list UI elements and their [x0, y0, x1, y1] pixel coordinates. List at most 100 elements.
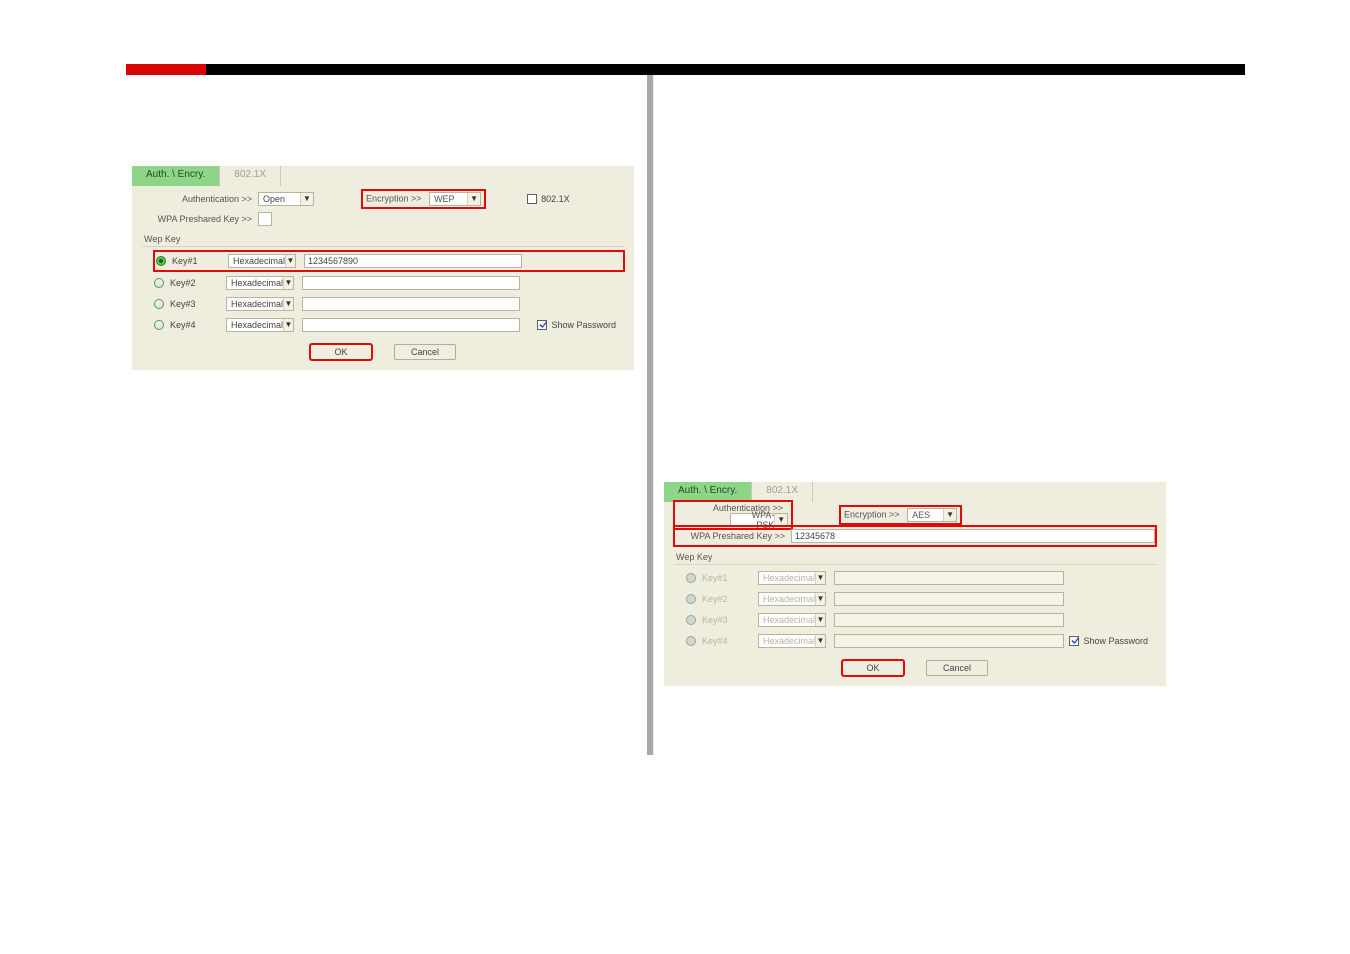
- authentication-value: Open: [263, 194, 285, 204]
- encryption-label-text: Encryption >>: [844, 509, 900, 519]
- wep-key2-format-select: Hexadecimal ▼: [758, 592, 826, 606]
- encryption-value: WEP: [434, 194, 455, 204]
- dialog-wpa-psk: Auth. \ Encry. 802.1X Authentication >> …: [664, 482, 1166, 686]
- wpa-preshared-input[interactable]: 12345678: [791, 529, 1155, 543]
- authentication-label: Authentication >>: [142, 194, 258, 204]
- wep-key-row-2: Key#2 Hexadecimal ▼: [154, 274, 624, 292]
- wep-key3-label: Key#3: [702, 615, 758, 625]
- wep-key3-label: Key#3: [170, 299, 226, 309]
- wep-key2-format-value: Hexadecimal: [231, 278, 283, 288]
- show-password-group: Show Password: [537, 320, 616, 330]
- wep-key2-label: Key#2: [170, 278, 226, 288]
- wep-key-row-1: Key#1 Hexadecimal ▼: [686, 569, 1156, 587]
- wep-key1-radio: [686, 573, 696, 583]
- show-password-group: Show Password: [1069, 636, 1148, 646]
- wep-key-row-3: Key#3 Hexadecimal ▼: [686, 611, 1156, 629]
- 8021x-checkbox[interactable]: [527, 194, 537, 204]
- encryption-value: AES: [912, 510, 930, 520]
- wep-key1-format-value: Hexadecimal: [763, 573, 815, 583]
- wep-key4-input: [834, 634, 1064, 648]
- wep-group-line: [674, 564, 1156, 565]
- chevron-down-icon: ▼: [815, 593, 825, 605]
- tab-auth-encry[interactable]: Auth. \ Encry.: [664, 482, 752, 502]
- chevron-down-icon: ▼: [943, 509, 956, 521]
- wep-key2-radio[interactable]: [154, 278, 164, 288]
- chevron-down-icon: ▼: [815, 572, 825, 584]
- wep-key2-label: Key#2: [702, 594, 758, 604]
- dialog-body: Authentication >> WPA-PSK ▼ Encryption >…: [664, 502, 1166, 686]
- authentication-select[interactable]: WPA-PSK ▼: [730, 513, 788, 527]
- wep-key4-label: Key#4: [170, 320, 226, 330]
- wep-key3-format-select[interactable]: Hexadecimal ▼: [226, 297, 294, 311]
- wep-key4-format-value: Hexadecimal: [763, 636, 815, 646]
- wep-key4-format-value: Hexadecimal: [231, 320, 283, 330]
- dialog-buttons: OK Cancel: [674, 660, 1156, 676]
- tab-8021x[interactable]: 802.1X: [752, 482, 813, 502]
- encryption-label: Encryption >> WEP ▼: [362, 190, 485, 208]
- chevron-down-icon: ▼: [815, 614, 825, 626]
- tab-bar: Auth. \ Encry. 802.1X: [664, 482, 1166, 502]
- ok-button[interactable]: OK: [310, 344, 372, 360]
- wep-group-title: Wep Key: [676, 552, 1156, 562]
- wep-key-row-1: Key#1 Hexadecimal ▼ 1234567890: [154, 251, 624, 271]
- wep-key4-format-select[interactable]: Hexadecimal ▼: [226, 318, 294, 332]
- wep-key1-radio[interactable]: [156, 256, 166, 266]
- wep-key4-radio: [686, 636, 696, 646]
- show-password-label: Show Password: [1083, 636, 1148, 646]
- chevron-down-icon: ▼: [774, 514, 787, 526]
- page: Auth. \ Encry. 802.1X Authentication >> …: [0, 0, 1350, 954]
- wep-key1-input[interactable]: 1234567890: [304, 254, 522, 268]
- auth-row: Authentication >> Open ▼ Encryption >> W…: [142, 190, 624, 208]
- dialog-wep-open: Auth. \ Encry. 802.1X Authentication >> …: [132, 166, 634, 370]
- dialog-buttons: OK Cancel: [142, 344, 624, 360]
- chevron-down-icon: ▼: [283, 319, 293, 331]
- encryption-group: Encryption >> AES ▼: [840, 506, 961, 524]
- chevron-down-icon: ▼: [285, 255, 295, 267]
- cancel-button[interactable]: Cancel: [926, 660, 988, 676]
- ok-button[interactable]: OK: [842, 660, 904, 676]
- wep-key2-input: [834, 592, 1064, 606]
- encryption-select[interactable]: WEP ▼: [429, 192, 481, 206]
- authentication-group: Authentication >> WPA-PSK ▼: [674, 501, 792, 529]
- wep-key4-label: Key#4: [702, 636, 758, 646]
- wep-key2-input[interactable]: [302, 276, 520, 290]
- cancel-button[interactable]: Cancel: [394, 344, 456, 360]
- 8021x-checkbox-label: 802.1X: [541, 194, 570, 204]
- chevron-down-icon: ▼: [467, 193, 480, 205]
- wep-key1-format-select[interactable]: Hexadecimal ▼: [228, 254, 296, 268]
- wep-key-row-2: Key#2 Hexadecimal ▼: [686, 590, 1156, 608]
- authentication-value: WPA-PSK: [735, 510, 774, 530]
- auth-row: Authentication >> WPA-PSK ▼ Encryption >…: [674, 506, 1156, 524]
- tab-8021x[interactable]: 802.1X: [220, 166, 281, 186]
- show-password-checkbox[interactable]: [537, 320, 547, 330]
- chevron-down-icon: ▼: [283, 298, 293, 310]
- wep-key2-radio: [686, 594, 696, 604]
- wep-key1-format-value: Hexadecimal: [233, 256, 285, 266]
- wep-key4-input[interactable]: [302, 318, 520, 332]
- wep-key1-label: Key#1: [172, 256, 228, 266]
- chevron-down-icon: ▼: [300, 193, 313, 205]
- wep-key3-format-value: Hexadecimal: [231, 299, 283, 309]
- authentication-select[interactable]: Open ▼: [258, 192, 314, 206]
- encryption-select[interactable]: AES ▼: [907, 508, 957, 522]
- tab-bar: Auth. \ Encry. 802.1X: [132, 166, 634, 186]
- show-password-checkbox[interactable]: [1069, 636, 1079, 646]
- wep-key4-radio[interactable]: [154, 320, 164, 330]
- chevron-down-icon: ▼: [815, 635, 825, 647]
- wpa-preshared-input[interactable]: [258, 212, 272, 226]
- wep-key1-input: [834, 571, 1064, 585]
- wep-key1-label: Key#1: [702, 573, 758, 583]
- show-password-label: Show Password: [551, 320, 616, 330]
- wep-key1-format-select: Hexadecimal ▼: [758, 571, 826, 585]
- wep-key3-input[interactable]: [302, 297, 520, 311]
- wep-key3-radio[interactable]: [154, 299, 164, 309]
- wep-key3-format-select: Hexadecimal ▼: [758, 613, 826, 627]
- wep-key2-format-select[interactable]: Hexadecimal ▼: [226, 276, 294, 290]
- wep-key3-format-value: Hexadecimal: [763, 615, 815, 625]
- tab-auth-encry[interactable]: Auth. \ Encry.: [132, 166, 220, 186]
- wep-key-row-3: Key#3 Hexadecimal ▼: [154, 295, 624, 313]
- wep-key3-input: [834, 613, 1064, 627]
- chevron-down-icon: ▼: [283, 277, 293, 289]
- wpa-preshared-label: WPA Preshared Key >>: [675, 531, 791, 541]
- header-accent-black: [206, 64, 1245, 75]
